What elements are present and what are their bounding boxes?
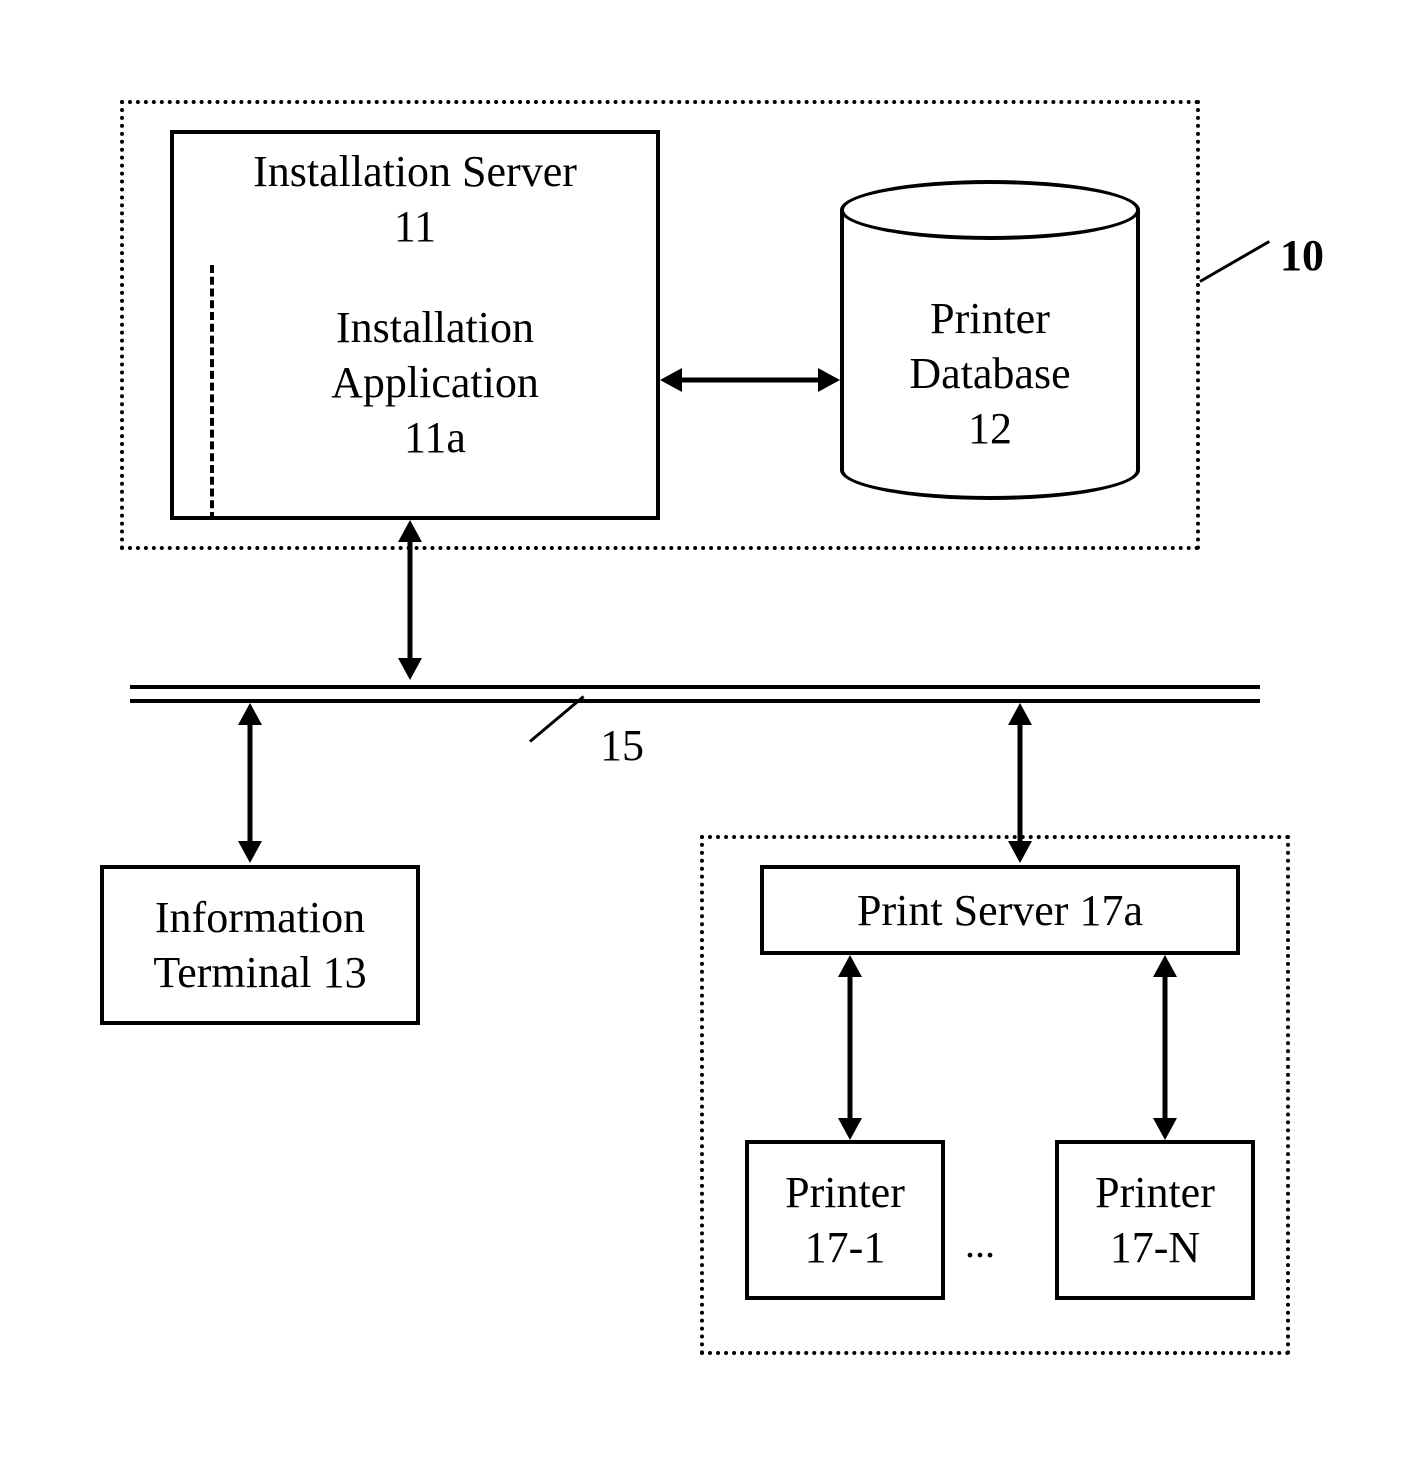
info-terminal-title2: Terminal 13 xyxy=(153,945,366,1000)
print-server-title: Print Server 17a xyxy=(857,883,1143,938)
printer-1-title: Printer xyxy=(785,1165,905,1220)
printer-db-cylinder: Printer Database 12 xyxy=(840,180,1140,500)
printer-db-ref: 12 xyxy=(968,401,1012,456)
arrow-server-bus xyxy=(390,520,430,680)
printer-n-ref: 17-N xyxy=(1110,1220,1200,1275)
installation-app-title: Installation xyxy=(336,303,534,352)
printer-n-title: Printer xyxy=(1095,1165,1215,1220)
arrow-ps-pn xyxy=(1145,955,1185,1140)
installation-app-label: Installation Application 11a xyxy=(210,300,660,465)
print-server-box: Print Server 17a xyxy=(760,865,1240,955)
printer-db-title: Printer xyxy=(930,291,1050,346)
arrow-bus-terminal xyxy=(230,703,270,863)
arrow-ps-p1 xyxy=(830,955,870,1140)
diagram-canvas: 10 Installation Server 11 Installation A… xyxy=(0,0,1405,1460)
installation-app-ref: 11a xyxy=(404,413,466,462)
printer-n-box: Printer 17-N xyxy=(1055,1140,1255,1300)
printer-1-box: Printer 17-1 xyxy=(745,1140,945,1300)
bus-line-bottom xyxy=(130,699,1260,703)
installation-app-title2: Application xyxy=(331,358,539,407)
printers-ellipsis: ... xyxy=(965,1220,995,1267)
installation-server-title: Installation Server xyxy=(253,144,577,199)
bus-ref: 15 xyxy=(600,720,644,771)
info-terminal-box: Information Terminal 13 xyxy=(100,865,420,1025)
bus-line-top xyxy=(130,685,1260,689)
group-10-ref: 10 xyxy=(1280,230,1324,281)
printer-1-ref: 17-1 xyxy=(805,1220,886,1275)
arrow-app-db xyxy=(660,360,840,400)
printer-db-title2: Database xyxy=(909,346,1070,401)
group-10-leader xyxy=(1199,240,1270,283)
info-terminal-title: Information xyxy=(155,890,365,945)
installation-server-ref: 11 xyxy=(394,199,436,254)
